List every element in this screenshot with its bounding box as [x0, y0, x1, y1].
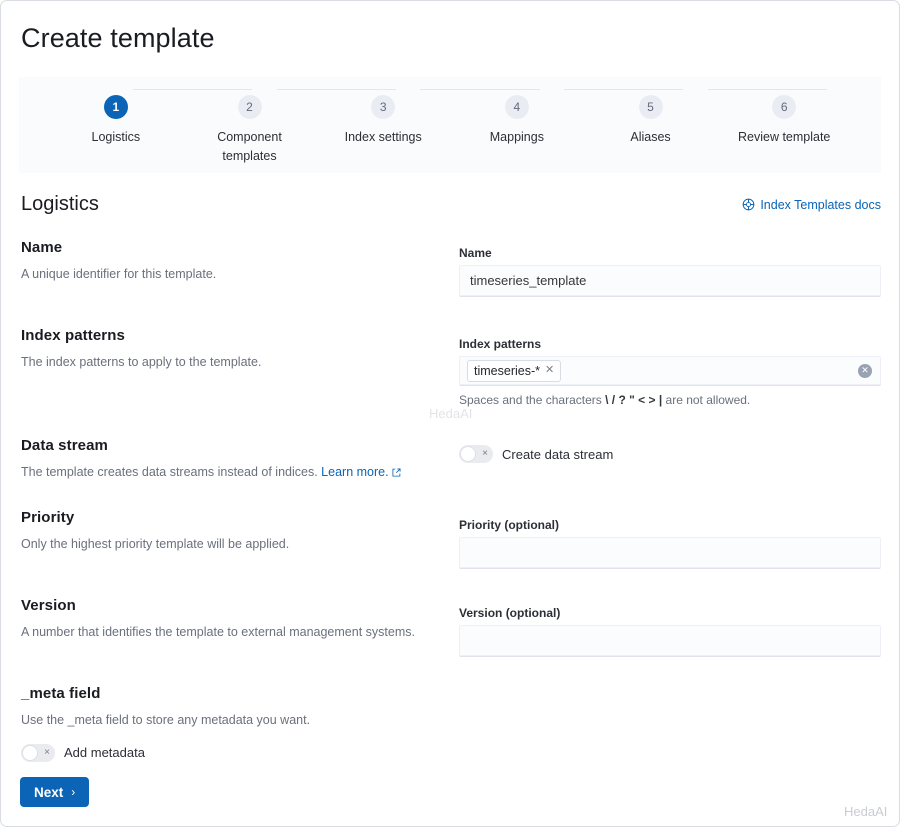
section-header: Logistics Index Templates docs [21, 193, 881, 216]
row-index-patterns-right: Index patterns timeseries-* ✕ ✕ Spaces a… [459, 337, 881, 407]
wizard-stepper: 1 Logistics 2 Component templates 3 Index set… [19, 77, 881, 173]
clear-circle-icon[interactable]: ✕ [858, 363, 872, 378]
wizard-step-review-template[interactable]: 6 Review template [717, 95, 851, 147]
wizard-step-number: 1 [103, 95, 128, 119]
index-patterns-helper-text: Spaces and the characters \ / ? " < > | … [459, 393, 881, 407]
row-name-right: Name [459, 246, 881, 297]
wizard-step-label: Mappings [489, 130, 544, 144]
row-version-right: Version (optional) [459, 606, 881, 657]
row-priority-right: Priority (optional) [459, 518, 881, 569]
add-metadata-label: Add metadata [64, 745, 145, 761]
row-meta-field-left: _meta field Use the _meta field to store… [21, 685, 431, 762]
wizard-step-connector [707, 89, 828, 90]
create-template-page: Create template 1 Logistics 2 Component tem… [0, 0, 900, 827]
row-meta-field: _meta field Use the _meta field to store… [1, 685, 899, 765]
help-circle-icon [742, 198, 755, 211]
row-meta-field-title: _meta field [21, 685, 101, 702]
version-field-label: Version (optional) [459, 606, 561, 620]
wizard-step-logistics[interactable]: 1 Logistics [49, 95, 183, 147]
close-icon[interactable]: ✕ [545, 365, 554, 376]
row-data-stream-description: The template creates data streams instea… [21, 463, 431, 483]
row-index-patterns: Index patterns The index patterns to app… [1, 327, 899, 417]
wizard-step-connector [276, 89, 397, 90]
row-priority: Priority Only the highest priority templ… [1, 509, 899, 579]
watermark-bottom: HedaAI [844, 804, 888, 819]
wizard-step-label: Logistics [91, 130, 141, 144]
wizard-step-label: Review template [737, 130, 831, 144]
wizard-step-connector [563, 89, 684, 90]
row-version-title: Version [21, 597, 76, 614]
index-pattern-pill[interactable]: timeseries-* ✕ [467, 359, 562, 382]
row-name-left: Name A unique identifier for this templa… [21, 239, 431, 284]
row-data-stream-left: Data stream The template creates data st… [21, 437, 431, 483]
create-data-stream-toggle-row: × Create data stream [459, 445, 881, 463]
wizard-step-index-settings[interactable]: 3 Index settings [316, 95, 450, 147]
index-patterns-combobox[interactable]: timeseries-* ✕ ✕ [459, 356, 881, 386]
wizard-step-number: 4 [504, 95, 529, 119]
chevron-right-icon: › [71, 785, 76, 799]
wizard-step-component-templates[interactable]: 2 Component templates [183, 95, 317, 167]
row-index-patterns-title: Index patterns [21, 327, 125, 344]
wizard-step-connector [420, 89, 540, 90]
row-version-description: A number that identifies the template to… [21, 625, 415, 639]
row-name-description: A unique identifier for this template. [21, 267, 217, 281]
row-meta-field-description: Use the _meta field to store any metadat… [21, 713, 311, 727]
row-name-title: Name [21, 239, 63, 256]
helper-suffix: are not allowed. [665, 393, 751, 407]
row-name: Name A unique identifier for this templa… [1, 239, 899, 309]
row-data-stream-right: × Create data stream [459, 445, 881, 463]
wizard-step-label: Component templates [217, 130, 282, 164]
wizard-step-label: Aliases [630, 130, 671, 144]
toggle-knob [460, 446, 476, 462]
next-button[interactable]: Next › [20, 777, 90, 807]
name-field-label: Name [459, 246, 492, 260]
next-button-label: Next [34, 784, 64, 800]
helper-prefix: Spaces and the characters [459, 393, 602, 407]
priority-field-label: Priority (optional) [459, 518, 559, 532]
wizard-step-number: 6 [772, 95, 797, 119]
row-priority-left: Priority Only the highest priority templ… [21, 509, 431, 554]
data-stream-description-text: The template creates data streams instea… [21, 465, 318, 479]
wizard-step-number: 3 [371, 95, 396, 119]
add-metadata-toggle-row: × Add metadata [21, 743, 431, 762]
wizard-step-number: 5 [638, 95, 663, 119]
wizard-step-label: Index settings [344, 130, 422, 144]
row-data-stream-title: Data stream [21, 437, 108, 454]
row-version-left: Version A number that identifies the tem… [21, 597, 431, 642]
section-title: Logistics [21, 193, 99, 215]
toggle-knob [22, 744, 38, 761]
create-data-stream-toggle[interactable]: × [459, 445, 493, 463]
toggle-off-icon: × [44, 746, 50, 758]
wizard-step-mappings[interactable]: 4 Mappings [450, 95, 584, 147]
row-index-patterns-left: Index patterns The index patterns to app… [21, 327, 431, 372]
wizard-step-aliases[interactable]: 5 Aliases [584, 95, 718, 147]
external-link-icon [392, 464, 401, 483]
priority-input[interactable] [459, 537, 881, 569]
version-input[interactable] [459, 625, 881, 657]
create-data-stream-label: Create data stream [502, 446, 614, 462]
name-input[interactable] [459, 265, 881, 297]
learn-more-link[interactable]: Learn more. [321, 465, 388, 479]
row-version: Version A number that identifies the tem… [1, 597, 899, 667]
wizard-step-connector [132, 89, 253, 90]
page-title: Create template [21, 23, 215, 53]
row-index-patterns-description: The index patterns to apply to the templ… [21, 355, 262, 369]
index-templates-docs-link[interactable]: Index Templates docs [742, 198, 881, 212]
index-patterns-field-label: Index patterns [459, 337, 542, 351]
row-data-stream: Data stream The template creates data st… [1, 437, 899, 497]
docs-link-label: Index Templates docs [760, 197, 881, 212]
toggle-off-icon: × [482, 448, 488, 459]
add-metadata-toggle[interactable]: × [21, 743, 55, 762]
wizard-step-number: 2 [237, 95, 262, 119]
index-pattern-pill-label: timeseries-* [474, 363, 540, 378]
helper-chars: \ / ? " < > | [605, 393, 663, 407]
row-priority-title: Priority [21, 509, 75, 526]
row-priority-description: Only the highest priority template will … [21, 537, 290, 551]
